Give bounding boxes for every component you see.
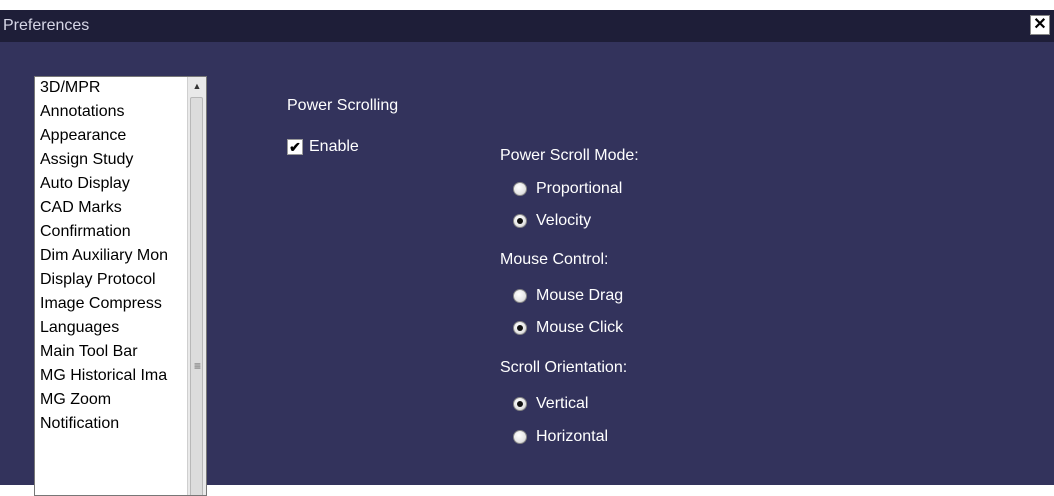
list-item-appearance[interactable]: Appearance: [35, 125, 187, 149]
grip-icon: ≡: [193, 359, 201, 373]
scroll-thumb[interactable]: ≡: [190, 97, 203, 495]
radio-mouse-click[interactable]: Mouse Click: [513, 319, 623, 337]
radio-dot: [517, 218, 523, 224]
list-item-mg-historical-images[interactable]: MG Historical Ima: [35, 365, 187, 389]
radio-dot: [517, 325, 523, 331]
radio-selected-icon[interactable]: [513, 214, 527, 228]
list-item-dim-auxiliary-monitor[interactable]: Dim Auxiliary Mon: [35, 245, 187, 269]
radio-mouse-drag[interactable]: Mouse Drag: [513, 287, 623, 305]
list-item-mg-zoom[interactable]: MG Zoom: [35, 389, 187, 413]
preferences-category-list[interactable]: 3D/MPR Annotations Appearance Assign Stu…: [34, 76, 207, 496]
title-bar: Preferences ✕: [0, 10, 1054, 42]
radio-label: Horizontal: [536, 428, 609, 445]
radio-vertical[interactable]: Vertical: [513, 395, 588, 413]
list-item-notification[interactable]: Notification: [35, 413, 187, 437]
radio-label: Proportional: [536, 180, 623, 197]
scroll-up-icon[interactable]: ▲: [188, 77, 206, 95]
radio-label: Mouse Drag: [536, 287, 624, 304]
radio-velocity[interactable]: Velocity: [513, 212, 591, 230]
radio-label: Vertical: [536, 395, 589, 412]
list-item-cad-marks[interactable]: CAD Marks: [35, 197, 187, 221]
radio-label: Velocity: [536, 212, 592, 229]
radio-horizontal[interactable]: Horizontal: [513, 428, 608, 446]
radio-selected-icon[interactable]: [513, 321, 527, 335]
enable-label: Enable: [309, 138, 359, 155]
list-item-3d-mpr[interactable]: 3D/MPR: [35, 77, 187, 101]
scroll-orientation-label: Scroll Orientation:: [500, 359, 628, 376]
list-item-confirmation[interactable]: Confirmation: [35, 221, 187, 245]
category-items: 3D/MPR Annotations Appearance Assign Stu…: [35, 77, 187, 437]
list-item-auto-display[interactable]: Auto Display: [35, 173, 187, 197]
radio-dot: [517, 401, 523, 407]
list-item-assign-study[interactable]: Assign Study: [35, 149, 187, 173]
close-icon: ✕: [1033, 16, 1047, 33]
radio-label: Mouse Click: [536, 319, 624, 336]
list-item-annotations[interactable]: Annotations: [35, 101, 187, 125]
list-item-display-protocol[interactable]: Display Protocol: [35, 269, 187, 293]
radio-proportional[interactable]: Proportional: [513, 180, 622, 198]
check-icon: ✔: [289, 139, 301, 155]
radio-icon[interactable]: [513, 289, 527, 303]
window-title: Preferences: [3, 17, 90, 34]
close-button[interactable]: ✕: [1030, 15, 1050, 35]
enable-checkbox[interactable]: ✔: [287, 139, 303, 155]
enable-checkbox-row[interactable]: ✔ Enable: [287, 138, 359, 156]
list-item-languages[interactable]: Languages: [35, 317, 187, 341]
preferences-window: Preferences ✕ 3D/MPR Annotations Appeara…: [0, 10, 1054, 496]
mouse-control-label: Mouse Control:: [500, 251, 609, 268]
list-scrollbar[interactable]: ▲ ≡: [187, 77, 206, 495]
radio-icon[interactable]: [513, 430, 527, 444]
radio-icon[interactable]: [513, 182, 527, 196]
list-item-main-tool-bar[interactable]: Main Tool Bar: [35, 341, 187, 365]
radio-selected-icon[interactable]: [513, 397, 527, 411]
list-item-image-compression[interactable]: Image Compress: [35, 293, 187, 317]
scroll-mode-label: Power Scroll Mode:: [500, 147, 639, 164]
section-title: Power Scrolling: [287, 97, 399, 114]
